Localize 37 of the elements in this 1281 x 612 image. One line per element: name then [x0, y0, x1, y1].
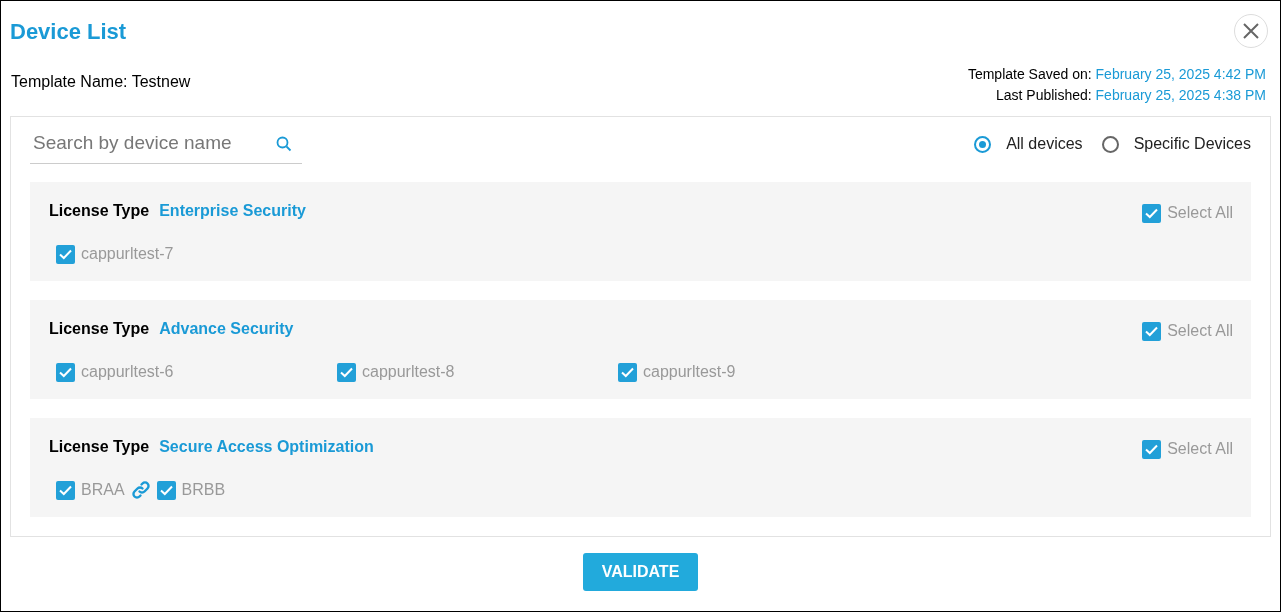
- device-name: cappurltest-9: [643, 362, 736, 382]
- select-all-label: Select All: [1167, 203, 1233, 223]
- last-published-text: Last Published: February 25, 2025 4:38 PM: [995, 86, 1266, 105]
- radio-label: All devices: [1006, 134, 1083, 154]
- window-title: Device List: [10, 18, 127, 46]
- license-type-label: License Type: [49, 319, 150, 339]
- radio-label: Specific Devices: [1133, 134, 1251, 154]
- license-type-label: License Type: [49, 201, 150, 221]
- select-all-label: Select All: [1167, 321, 1233, 341]
- checkbox[interactable]: [156, 480, 176, 500]
- select-all-label: Select All: [1167, 439, 1233, 459]
- device-name: cappurltest-7: [81, 244, 174, 264]
- checkbox[interactable]: [56, 362, 75, 382]
- device-name: BRBB: [181, 480, 226, 500]
- search-icon: [276, 135, 292, 152]
- checkbox[interactable]: [337, 362, 356, 382]
- device-name: cappurltest-8: [362, 362, 455, 382]
- radio-button[interactable]: [974, 135, 992, 153]
- radio-button[interactable]: [1101, 135, 1119, 153]
- license-type-value: Enterprise Security: [159, 201, 306, 221]
- checkbox[interactable]: [56, 244, 75, 264]
- template-name: Template Name: Testnew: [11, 72, 191, 92]
- license-type-value: Secure Access Optimization: [159, 437, 374, 457]
- license-type-label: License Type: [49, 437, 150, 457]
- device-name: cappurltest-6: [81, 362, 174, 382]
- template-saved-text: Template Saved on: February 25, 2025 4:42 PM: [967, 65, 1266, 84]
- validate-button[interactable]: VALIDATE: [583, 553, 698, 591]
- link-icon: [130, 480, 151, 500]
- checkbox[interactable]: [1142, 321, 1162, 341]
- device-name: BRAA: [81, 480, 125, 500]
- checkbox[interactable]: [1142, 439, 1162, 459]
- checkbox[interactable]: [56, 480, 75, 500]
- search-field[interactable]: Search by device name: [33, 129, 253, 158]
- checkbox[interactable]: [618, 362, 637, 382]
- license-type-value: Advance Security: [159, 319, 294, 339]
- close-icon: [1242, 22, 1260, 40]
- checkbox[interactable]: [1142, 203, 1162, 223]
